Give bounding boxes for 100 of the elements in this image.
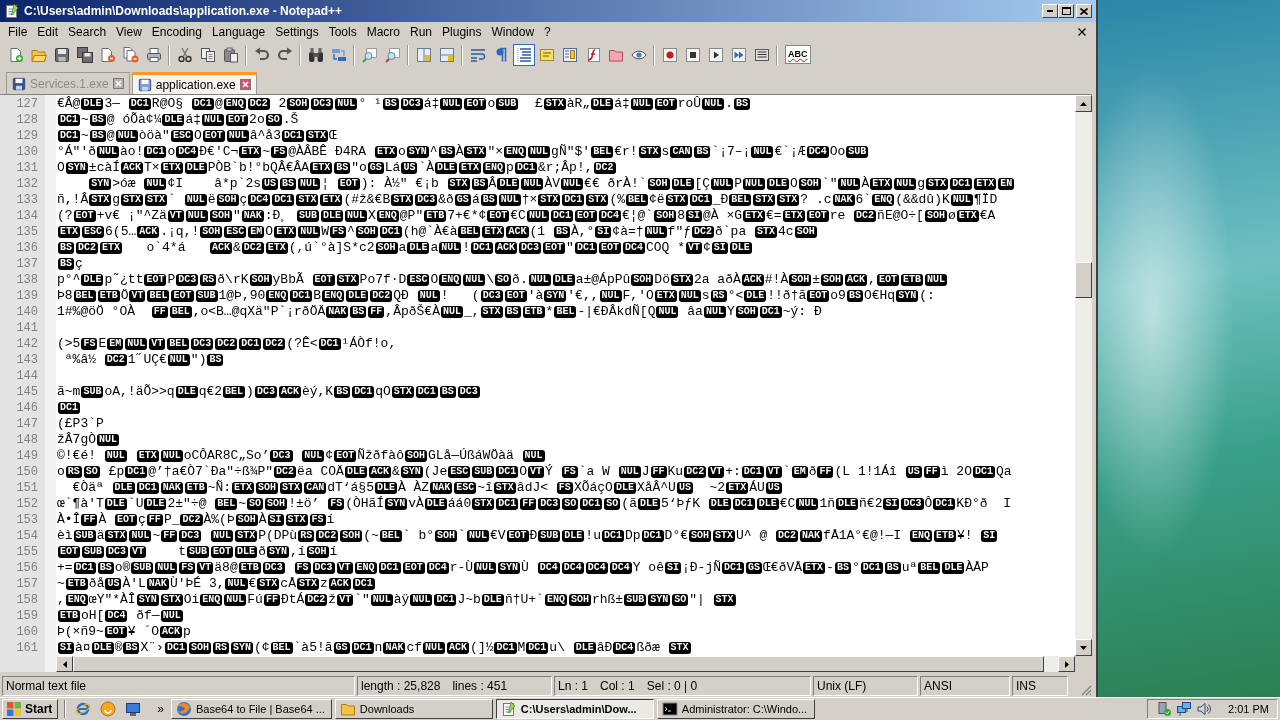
file-type-label: Normal text file	[6, 679, 87, 693]
play-multiple-icon[interactable]	[730, 46, 747, 63]
close-button[interactable]	[1076, 4, 1092, 18]
copy-icon[interactable]	[199, 46, 216, 63]
redo-icon[interactable]	[276, 46, 293, 63]
browser-icon[interactable]	[75, 701, 92, 717]
stop-icon[interactable]	[684, 46, 701, 63]
line-number: 161	[16, 641, 38, 655]
close-icon[interactable]	[1078, 27, 1086, 36]
notepad-icon	[500, 701, 517, 717]
minimize-button[interactable]	[1042, 4, 1058, 18]
code-line: °Á"'ð NUL ào! DC1 o DC4 Ð€'C¬ ETX ~ FS @ÀÂBÊ Ð4RA ETX o SYN ^ BS À STX "× ENQ NUL gÑ"$' BEL €r! STX s CAN BS `¡7–¡ NUL €`¡Æ DC4 Oo SUB	[57, 144, 870, 159]
vertical-scrollbar[interactable]	[1075, 95, 1092, 656]
play-icon[interactable]	[707, 46, 724, 63]
new-file-icon[interactable]	[7, 46, 24, 63]
scroll-thumb[interactable]	[1075, 262, 1092, 298]
code-line: , ENQ œY"*ÀÎ SYN STX Oi ENQ NUL Fú FF ÐtÁ DC2 ž VT `" NUL àÿ NUL DC1 J~b DLE ñ†U+` ENQ SOH rhß± SUB SYN SO "| STX	[57, 592, 737, 607]
record-icon[interactable]	[661, 46, 678, 63]
sync-vertical-icon[interactable]	[415, 46, 432, 63]
document-map-icon[interactable]	[561, 46, 578, 63]
resize-grip-icon[interactable]	[1081, 685, 1092, 696]
code-line: 1#%@öÖ °OÀ FF BEL ,o<B…@qXä"P`¡rðÖÄ NAK BS FF ,ÂpðŠ€À NUL _, STX BS ETB * BEL -|€ÐÂkdÑ[Q NUL âa NUL Y SOH DC1 ~ý: Ð	[57, 304, 822, 319]
line-number: 140	[16, 305, 38, 319]
line-number: 144	[16, 369, 38, 383]
code-line: DC1 ~ BS @ óÕà¢¼ DLE á‡ NUL EOT 2o SO .Š	[57, 112, 299, 127]
more-button[interactable]: »	[157, 702, 165, 716]
menu-item[interactable]: Macro	[361, 23, 405, 40]
menu-item[interactable]: Plugins	[437, 23, 487, 40]
text-editor[interactable]	[0, 94, 1092, 672]
globe-icon	[176, 701, 193, 717]
code-line: SI à¤ DLE ® BS X¨› DC1 SOH RS SYN (¢ BEL `à5!ã GS DC1 n NAK cf NUL ACK (]½ DC1 M DC1 u\ DLE âÐ DC4 ßðæ STX	[57, 640, 692, 655]
menu-item[interactable]: Run	[405, 23, 438, 40]
line-ending-label[interactable]: Unix (LF)	[817, 679, 867, 693]
left-arrow-icon	[62, 660, 67, 668]
maximize-button[interactable]	[1058, 4, 1074, 18]
scroll-down-button[interactable]	[1075, 639, 1092, 656]
folder-icon	[339, 701, 356, 717]
selection-label: Sel : 0 | 0	[646, 679, 698, 693]
save-macro-icon[interactable]	[753, 46, 770, 63]
paste-icon[interactable]	[222, 46, 239, 63]
menu-item[interactable]: File	[3, 23, 33, 40]
scroll-right-button[interactable]	[1058, 656, 1075, 672]
save-icon[interactable]	[53, 46, 70, 63]
line-number: 141	[16, 321, 38, 335]
insert-mode-label[interactable]: INS	[1016, 679, 1036, 693]
line-number: 159	[16, 609, 38, 623]
zoom-in-icon[interactable]	[361, 46, 378, 63]
zoom-out-icon[interactable]	[384, 46, 401, 63]
scroll-left-button[interactable]	[56, 656, 73, 672]
length-label: length : 25,828	[361, 679, 441, 693]
network-icon[interactable]	[1176, 701, 1193, 717]
undo-icon[interactable]	[253, 46, 270, 63]
menu-item[interactable]: ?	[539, 23, 556, 40]
line-number: 153	[16, 513, 38, 527]
line-number: 129	[16, 129, 38, 143]
menu-item[interactable]: Tools	[323, 23, 362, 40]
up-arrow-icon	[1080, 101, 1087, 106]
device-icon[interactable]	[1156, 701, 1173, 717]
monitor-icon[interactable]	[125, 701, 142, 717]
speaker-icon[interactable]	[1196, 701, 1213, 717]
taskbar-button[interactable]: Downloads	[334, 699, 493, 719]
menu-item[interactable]: Edit	[32, 23, 64, 40]
line-number: 128	[16, 113, 38, 127]
menu-item[interactable]: View	[111, 23, 147, 40]
scroll-up-button[interactable]	[1075, 95, 1092, 112]
encoding-label[interactable]: ANSI	[924, 679, 952, 693]
cut-icon[interactable]	[176, 46, 193, 63]
menu-item[interactable]: Encoding	[146, 23, 207, 40]
menu-item[interactable]: Window	[486, 23, 540, 40]
close-file-icon[interactable]	[99, 46, 116, 63]
menu-item[interactable]: Settings	[270, 23, 324, 40]
notepad-icon	[4, 3, 20, 19]
code-line: o RS SO £p DC1 @’†a€Ò7`Ða"÷ß¾P" DC2 ëa COÄ DLE ACK & SYN (Je ESC SUB DC1 O VT Ý FS `a W NUL J FF Ku DC2 VT +: DC1 VT ` EM ð FF (L 1!1Áî US FF ì 2O DC1 Qa	[57, 464, 1012, 479]
print-icon[interactable]	[145, 46, 162, 63]
indent-guide-icon[interactable]	[512, 43, 535, 66]
terminal-icon	[661, 701, 678, 717]
start-button[interactable]: Start	[2, 699, 59, 719]
find-icon[interactable]	[307, 46, 324, 63]
sync-horizontal-icon[interactable]	[438, 46, 455, 63]
file-tab[interactable]: application.exe	[131, 72, 257, 94]
round-app-icon[interactable]	[100, 701, 117, 717]
taskbar-button[interactable]: C:\Users\admin\Dow...	[495, 699, 654, 719]
menu-item[interactable]: Search	[63, 23, 112, 40]
code-line: èì SUB ä STX NUL ~ FF DC3 NUL STX P(DPù RS DC2 SOH (~ BEL ` b° SOH ` NUL €V EOT Ð SUB DLE !u DC1 Dp DC1 D°€ SOH STX U^ @ DC2 NAK fÅ1A°€@!—I ENQ ETB ¥! SI	[57, 528, 999, 543]
spell-check-button[interactable]: ABC	[785, 45, 811, 64]
word-wrap-icon[interactable]	[469, 46, 486, 63]
save-all-icon[interactable]	[76, 46, 93, 63]
code-line: (? EOT +v€ ¡"^Zä VT NUL SOH " NAK :Ð¸ SUB DLE NUL X ENQ @P" ETB 7+€*¢ EOT €C NUL DC1 EOT DC4 €¦@` SOH 8 SI @À ×G ETX €= ETX EOT re DC2 ñE@O÷[ SOH ø ETX €A	[57, 208, 996, 223]
taskbar-button[interactable]: Base64 to File | Base64 ...	[171, 699, 332, 719]
line-number: 157	[16, 577, 38, 591]
replace-icon[interactable]	[330, 46, 347, 63]
menu-item[interactable]: Language	[206, 23, 271, 40]
line-number: 154	[16, 529, 38, 543]
taskbar-button[interactable]: Administrator: C:\Windo...	[656, 699, 815, 719]
code-line: BS ç	[57, 256, 83, 271]
code-line: DC1 ~ BS @ NUL òöà" ESC O EOT NUL â^å3 DC1 STX Œ	[57, 128, 337, 143]
window-title: C:\Users\admin\Downloads\application.exe - Notepad++	[24, 4, 343, 18]
close-all-icon[interactable]	[122, 46, 139, 63]
clock[interactable]: 2:01 PM	[1228, 703, 1269, 715]
code-line: À•Î FF À EOT ç FF P_ DC2 À%(Þ SOH À SI STX FS í	[57, 512, 335, 527]
